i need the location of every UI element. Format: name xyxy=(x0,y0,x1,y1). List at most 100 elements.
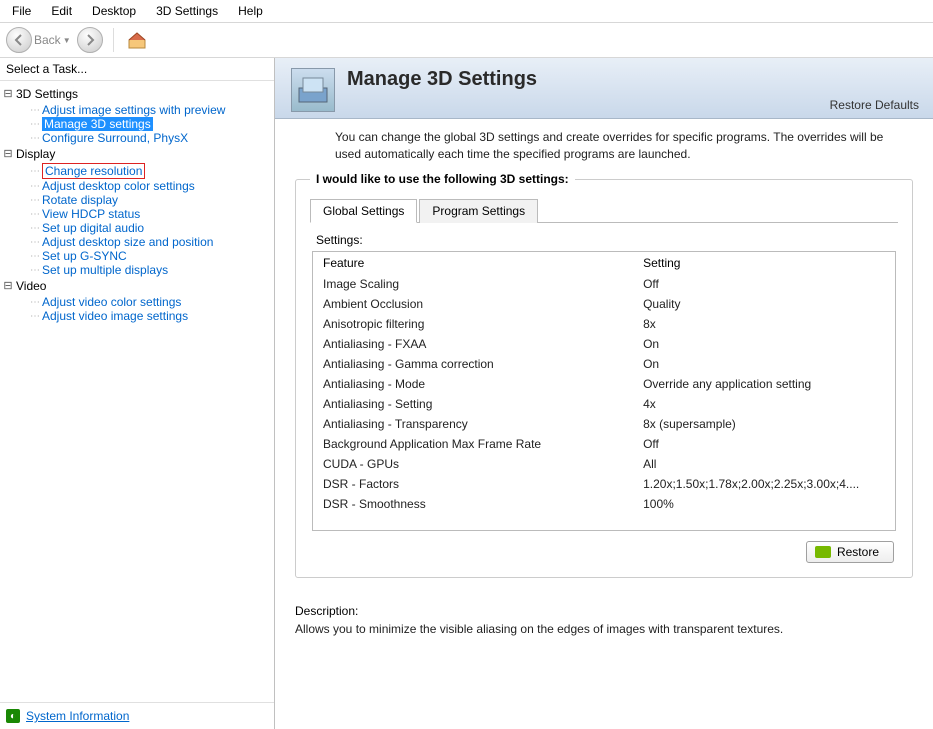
forward-button[interactable] xyxy=(77,27,103,53)
tree-item-label[interactable]: Adjust image settings with preview xyxy=(42,103,225,117)
tree-connector-icon: ⋯ xyxy=(30,251,40,262)
tree-item-manage-3d-settings[interactable]: ⋯ Manage 3D settings xyxy=(2,117,272,131)
cell-setting[interactable]: Off xyxy=(633,274,895,294)
tree-item-change-resolution[interactable]: ⋯ Change resolution xyxy=(2,163,272,179)
tree-item-adjust-image-settings[interactable]: ⋯ Adjust image settings with preview xyxy=(2,103,272,117)
cell-setting[interactable]: 4x xyxy=(633,394,895,414)
table-row[interactable]: Antialiasing - Setting4x xyxy=(313,394,895,414)
description-text: Allows you to minimize the visible alias… xyxy=(295,622,913,636)
cell-setting[interactable]: 8x xyxy=(633,314,895,334)
cell-feature: DSR - Smoothness xyxy=(313,494,633,514)
cell-feature: Antialiasing - Transparency xyxy=(313,414,633,434)
table-row[interactable]: CUDA - GPUsAll xyxy=(313,454,895,474)
settings-table-scroll[interactable]: Feature Setting Image ScalingOffAmbient … xyxy=(313,252,895,530)
table-row[interactable]: Image ScalingOff xyxy=(313,274,895,294)
tree-connector-icon: ⋯ xyxy=(30,133,40,144)
table-row[interactable]: Ambient OcclusionQuality xyxy=(313,294,895,314)
menu-desktop[interactable]: Desktop xyxy=(84,2,144,20)
cell-feature: Antialiasing - Setting xyxy=(313,394,633,414)
settings-3d-icon xyxy=(295,72,331,108)
group-legend: I would like to use the following 3D set… xyxy=(310,172,575,186)
tree-item-video-image[interactable]: ⋯ Adjust video image settings xyxy=(2,309,272,323)
tree-item-label[interactable]: Set up multiple displays xyxy=(42,263,168,277)
cell-setting[interactable]: On xyxy=(633,334,895,354)
tab-global-settings[interactable]: Global Settings xyxy=(310,199,417,223)
tree-connector-icon: ⋯ xyxy=(30,297,40,308)
table-row[interactable]: DSR - Smoothness100% xyxy=(313,494,895,514)
tree-item-gsync[interactable]: ⋯ Set up G-SYNC xyxy=(2,249,272,263)
cell-setting[interactable]: Off xyxy=(633,434,895,454)
description-title: Description: xyxy=(295,604,913,618)
collapse-icon[interactable]: ⊟ xyxy=(2,86,14,102)
table-row[interactable]: Antialiasing - ModeOverride any applicat… xyxy=(313,374,895,394)
table-row[interactable]: Anisotropic filtering8x xyxy=(313,314,895,334)
table-row[interactable]: Background Application Max Frame RateOff xyxy=(313,434,895,454)
tree-item-configure-surround[interactable]: ⋯ Configure Surround, PhysX xyxy=(2,131,272,145)
cell-feature: Antialiasing - Mode xyxy=(313,374,633,394)
tree-group-label[interactable]: Display xyxy=(16,146,55,162)
menu-bar: File Edit Desktop 3D Settings Help xyxy=(0,0,933,23)
tree-item-video-color[interactable]: ⋯ Adjust video color settings xyxy=(2,295,272,309)
home-icon xyxy=(126,29,148,51)
tree-group-label[interactable]: Video xyxy=(16,278,46,294)
tree-item-label[interactable]: Adjust desktop size and position xyxy=(42,235,213,249)
restore-row: Restore xyxy=(310,541,898,563)
table-row[interactable]: Antialiasing - FXAAOn xyxy=(313,334,895,354)
back-dropdown-icon[interactable]: ▼ xyxy=(63,36,71,45)
cell-setting[interactable]: 100% xyxy=(633,494,895,514)
collapse-icon[interactable]: ⊟ xyxy=(2,278,14,294)
settings-group: I would like to use the following 3D set… xyxy=(295,179,913,578)
cell-setting[interactable]: All xyxy=(633,454,895,474)
cell-feature: Ambient Occlusion xyxy=(313,294,633,314)
task-tree: ⊟ 3D Settings ⋯ Adjust image settings wi… xyxy=(0,81,274,702)
table-row[interactable]: DSR - Factors1.20x;1.50x;1.78x;2.00x;2.2… xyxy=(313,474,895,494)
table-row[interactable]: Antialiasing - Transparency8x (supersamp… xyxy=(313,414,895,434)
home-button[interactable] xyxy=(124,27,150,53)
tree-group-3d-settings[interactable]: ⊟ 3D Settings xyxy=(2,85,272,103)
cell-setting[interactable]: 1.20x;1.50x;1.78x;2.00x;2.25x;3.00x;4...… xyxy=(633,474,895,494)
tree-item-label[interactable]: Manage 3D settings xyxy=(42,117,153,131)
collapse-icon[interactable]: ⊟ xyxy=(2,146,14,162)
menu-help[interactable]: Help xyxy=(230,2,271,20)
page-title: Manage 3D Settings xyxy=(347,68,537,91)
tree-group-video[interactable]: ⊟ Video xyxy=(2,277,272,295)
tree-item-view-hdcp[interactable]: ⋯ View HDCP status xyxy=(2,207,272,221)
col-feature: Feature xyxy=(313,252,633,274)
tree-item-label[interactable]: Configure Surround, PhysX xyxy=(42,131,188,145)
restore-button[interactable]: Restore xyxy=(806,541,894,563)
tree-item-label[interactable]: Change resolution xyxy=(42,163,145,179)
page-description: You can change the global 3D settings an… xyxy=(275,119,933,169)
system-information-link[interactable]: System Information xyxy=(26,709,129,723)
tree-item-label[interactable]: Rotate display xyxy=(42,193,118,207)
tree-item-adjust-desktop-color[interactable]: ⋯ Adjust desktop color settings xyxy=(2,179,272,193)
menu-3d-settings[interactable]: 3D Settings xyxy=(148,2,226,20)
menu-edit[interactable]: Edit xyxy=(43,2,80,20)
tree-item-label[interactable]: Adjust desktop color settings xyxy=(42,179,195,193)
tree-connector-icon: ⋯ xyxy=(30,119,40,130)
table-row[interactable]: Antialiasing - Gamma correctionOn xyxy=(313,354,895,374)
tree-item-label[interactable]: View HDCP status xyxy=(42,207,140,221)
tree-item-rotate-display[interactable]: ⋯ Rotate display xyxy=(2,193,272,207)
tree-connector-icon: ⋯ xyxy=(30,166,40,177)
tree-item-label[interactable]: Adjust video image settings xyxy=(42,309,188,323)
tree-item-label[interactable]: Adjust video color settings xyxy=(42,295,181,309)
tree-group-display[interactable]: ⊟ Display xyxy=(2,145,272,163)
tab-program-settings[interactable]: Program Settings xyxy=(419,199,538,223)
cell-setting[interactable]: Quality xyxy=(633,294,895,314)
cell-setting[interactable]: Override any application setting xyxy=(633,374,895,394)
cell-setting[interactable]: 8x (supersample) xyxy=(633,414,895,434)
tree-item-desktop-size[interactable]: ⋯ Adjust desktop size and position xyxy=(2,235,272,249)
tree-connector-icon: ⋯ xyxy=(30,237,40,248)
toolbar: Back ▼ xyxy=(0,23,933,58)
tree-item-label[interactable]: Set up G-SYNC xyxy=(42,249,127,263)
tree-item-digital-audio[interactable]: ⋯ Set up digital audio xyxy=(2,221,272,235)
tree-item-multiple-displays[interactable]: ⋯ Set up multiple displays xyxy=(2,263,272,277)
menu-file[interactable]: File xyxy=(4,2,39,20)
back-button[interactable] xyxy=(6,27,32,53)
tree-item-label[interactable]: Set up digital audio xyxy=(42,221,144,235)
tree-connector-icon: ⋯ xyxy=(30,105,40,116)
settings-table-container: Feature Setting Image ScalingOffAmbient … xyxy=(312,251,896,531)
cell-setting[interactable]: On xyxy=(633,354,895,374)
restore-defaults-link[interactable]: Restore Defaults xyxy=(830,98,919,112)
tree-group-label[interactable]: 3D Settings xyxy=(16,86,78,102)
